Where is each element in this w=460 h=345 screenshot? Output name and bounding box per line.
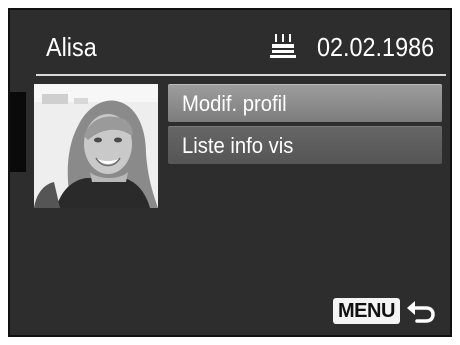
person-name: Alisa (46, 32, 97, 62)
menu-back-button[interactable]: MENU (333, 296, 436, 326)
menu-list: Modif. profil Liste info vis (168, 84, 442, 168)
side-tab-marker (10, 92, 26, 172)
camera-screen: Alisa 02.02.1986 Modif. profil Liste inf… (8, 8, 452, 337)
face-photo (34, 84, 158, 208)
menu-item-modify-profile[interactable]: Modif. profil (168, 84, 442, 122)
menu-item-label: Modif. profil (182, 91, 287, 116)
birthday-cake-icon (270, 34, 296, 58)
menu-item-label: Liste info vis (182, 133, 294, 158)
title-bar: Alisa 02.02.1986 (10, 10, 450, 82)
header-divider (36, 74, 446, 76)
menu-button-label: MENU (333, 298, 400, 324)
menu-item-face-info-list[interactable]: Liste info vis (168, 126, 442, 164)
birth-date: 02.02.1986 (317, 32, 435, 62)
face-photo-image (34, 84, 158, 208)
return-arrow-icon (406, 301, 435, 323)
